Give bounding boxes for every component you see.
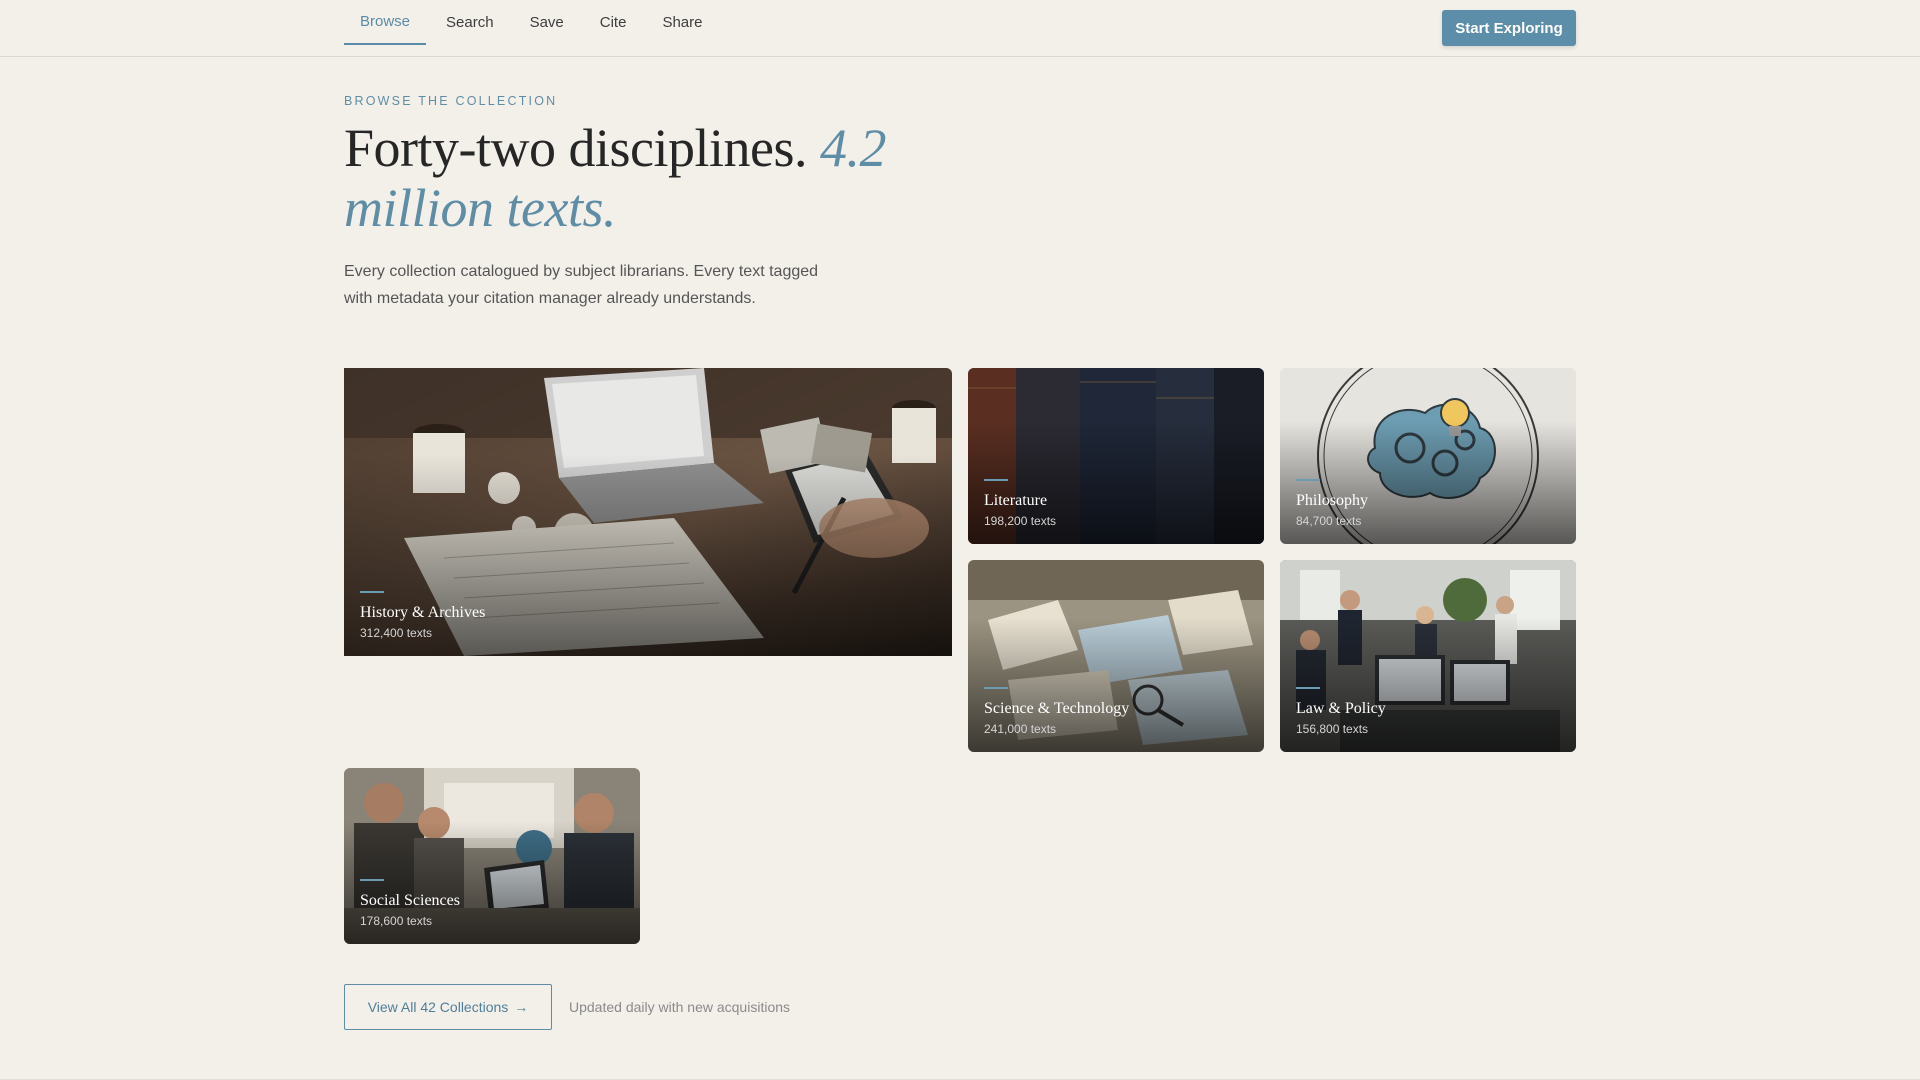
collection-count: 178,600 texts bbox=[360, 914, 433, 928]
page-title: Forty-two disciplines. 4.2 million texts… bbox=[344, 118, 904, 238]
tab-browse[interactable]: Browse bbox=[344, 0, 427, 45]
tab-search[interactable]: Search bbox=[430, 0, 510, 45]
tab-save[interactable]: Save bbox=[514, 0, 580, 45]
view-all-label: View All 42 Collections bbox=[367, 999, 509, 1015]
card-meta: History & Archives 312,400 texts bbox=[360, 591, 485, 640]
tab-share[interactable]: Share bbox=[646, 0, 718, 45]
update-note: Updated daily with new acquisitions bbox=[569, 999, 791, 1015]
collection-name: Social Sciences bbox=[360, 892, 460, 909]
arrow-right-icon: → bbox=[514, 999, 529, 1015]
collection-count: 241,000 texts bbox=[984, 722, 1057, 736]
collection-card-literature[interactable]: Literature 198,200 texts bbox=[968, 368, 1264, 544]
collection-card-law[interactable]: Law & Policy 156,800 texts bbox=[1280, 560, 1576, 752]
card-meta: Law & Policy 156,800 texts bbox=[1296, 687, 1386, 736]
card-accent-rule bbox=[360, 879, 384, 881]
collection-name: Philosophy bbox=[1296, 492, 1369, 509]
collection-count: 84,700 texts bbox=[1296, 514, 1362, 528]
collection-card-science[interactable]: Science & Technology 241,000 texts bbox=[968, 560, 1264, 752]
view-all-collections-button[interactable]: View All 42 Collections → bbox=[344, 984, 552, 1030]
collection-name: Literature bbox=[984, 492, 1048, 509]
card-meta: Science & Technology 241,000 texts bbox=[984, 687, 1129, 736]
card-accent-rule bbox=[984, 479, 1008, 481]
collection-card-history[interactable]: History & Archives 312,400 texts bbox=[344, 368, 952, 656]
card-accent-rule bbox=[1296, 479, 1320, 481]
tab-cite[interactable]: Cite bbox=[584, 0, 643, 45]
eyebrow-label: BROWSE THE COLLECTION bbox=[344, 94, 558, 108]
collection-count: 156,800 texts bbox=[1296, 722, 1369, 736]
card-meta: Social Sciences 178,600 texts bbox=[360, 879, 460, 928]
card-accent-rule bbox=[360, 591, 384, 593]
collection-card-philosophy[interactable]: Philosophy 84,700 texts bbox=[1280, 368, 1576, 544]
card-meta: Literature 198,200 texts bbox=[984, 479, 1056, 528]
collection-name: Science & Technology bbox=[984, 700, 1130, 717]
hero-description: Every collection catalogued by subject l… bbox=[344, 263, 819, 307]
collection-count: 312,400 texts bbox=[360, 626, 433, 640]
card-meta: Philosophy 84,700 texts bbox=[1296, 479, 1368, 528]
card-accent-rule bbox=[1296, 687, 1320, 689]
headline-main: Forty-two disciplines. bbox=[344, 118, 807, 178]
collection-count: 198,200 texts bbox=[984, 514, 1057, 528]
top-nav: Browse Search Save Cite Share Start Expl… bbox=[0, 0, 1920, 57]
collection-card-social[interactable]: Social Sciences 178,600 texts bbox=[344, 768, 640, 944]
start-exploring-button[interactable]: Start Exploring bbox=[1442, 10, 1576, 46]
nav-tabs: Browse Search Save Cite Share bbox=[344, 0, 722, 57]
collection-name: Law & Policy bbox=[1296, 700, 1386, 717]
collection-name: History & Archives bbox=[360, 604, 486, 621]
card-accent-rule bbox=[984, 687, 1008, 689]
